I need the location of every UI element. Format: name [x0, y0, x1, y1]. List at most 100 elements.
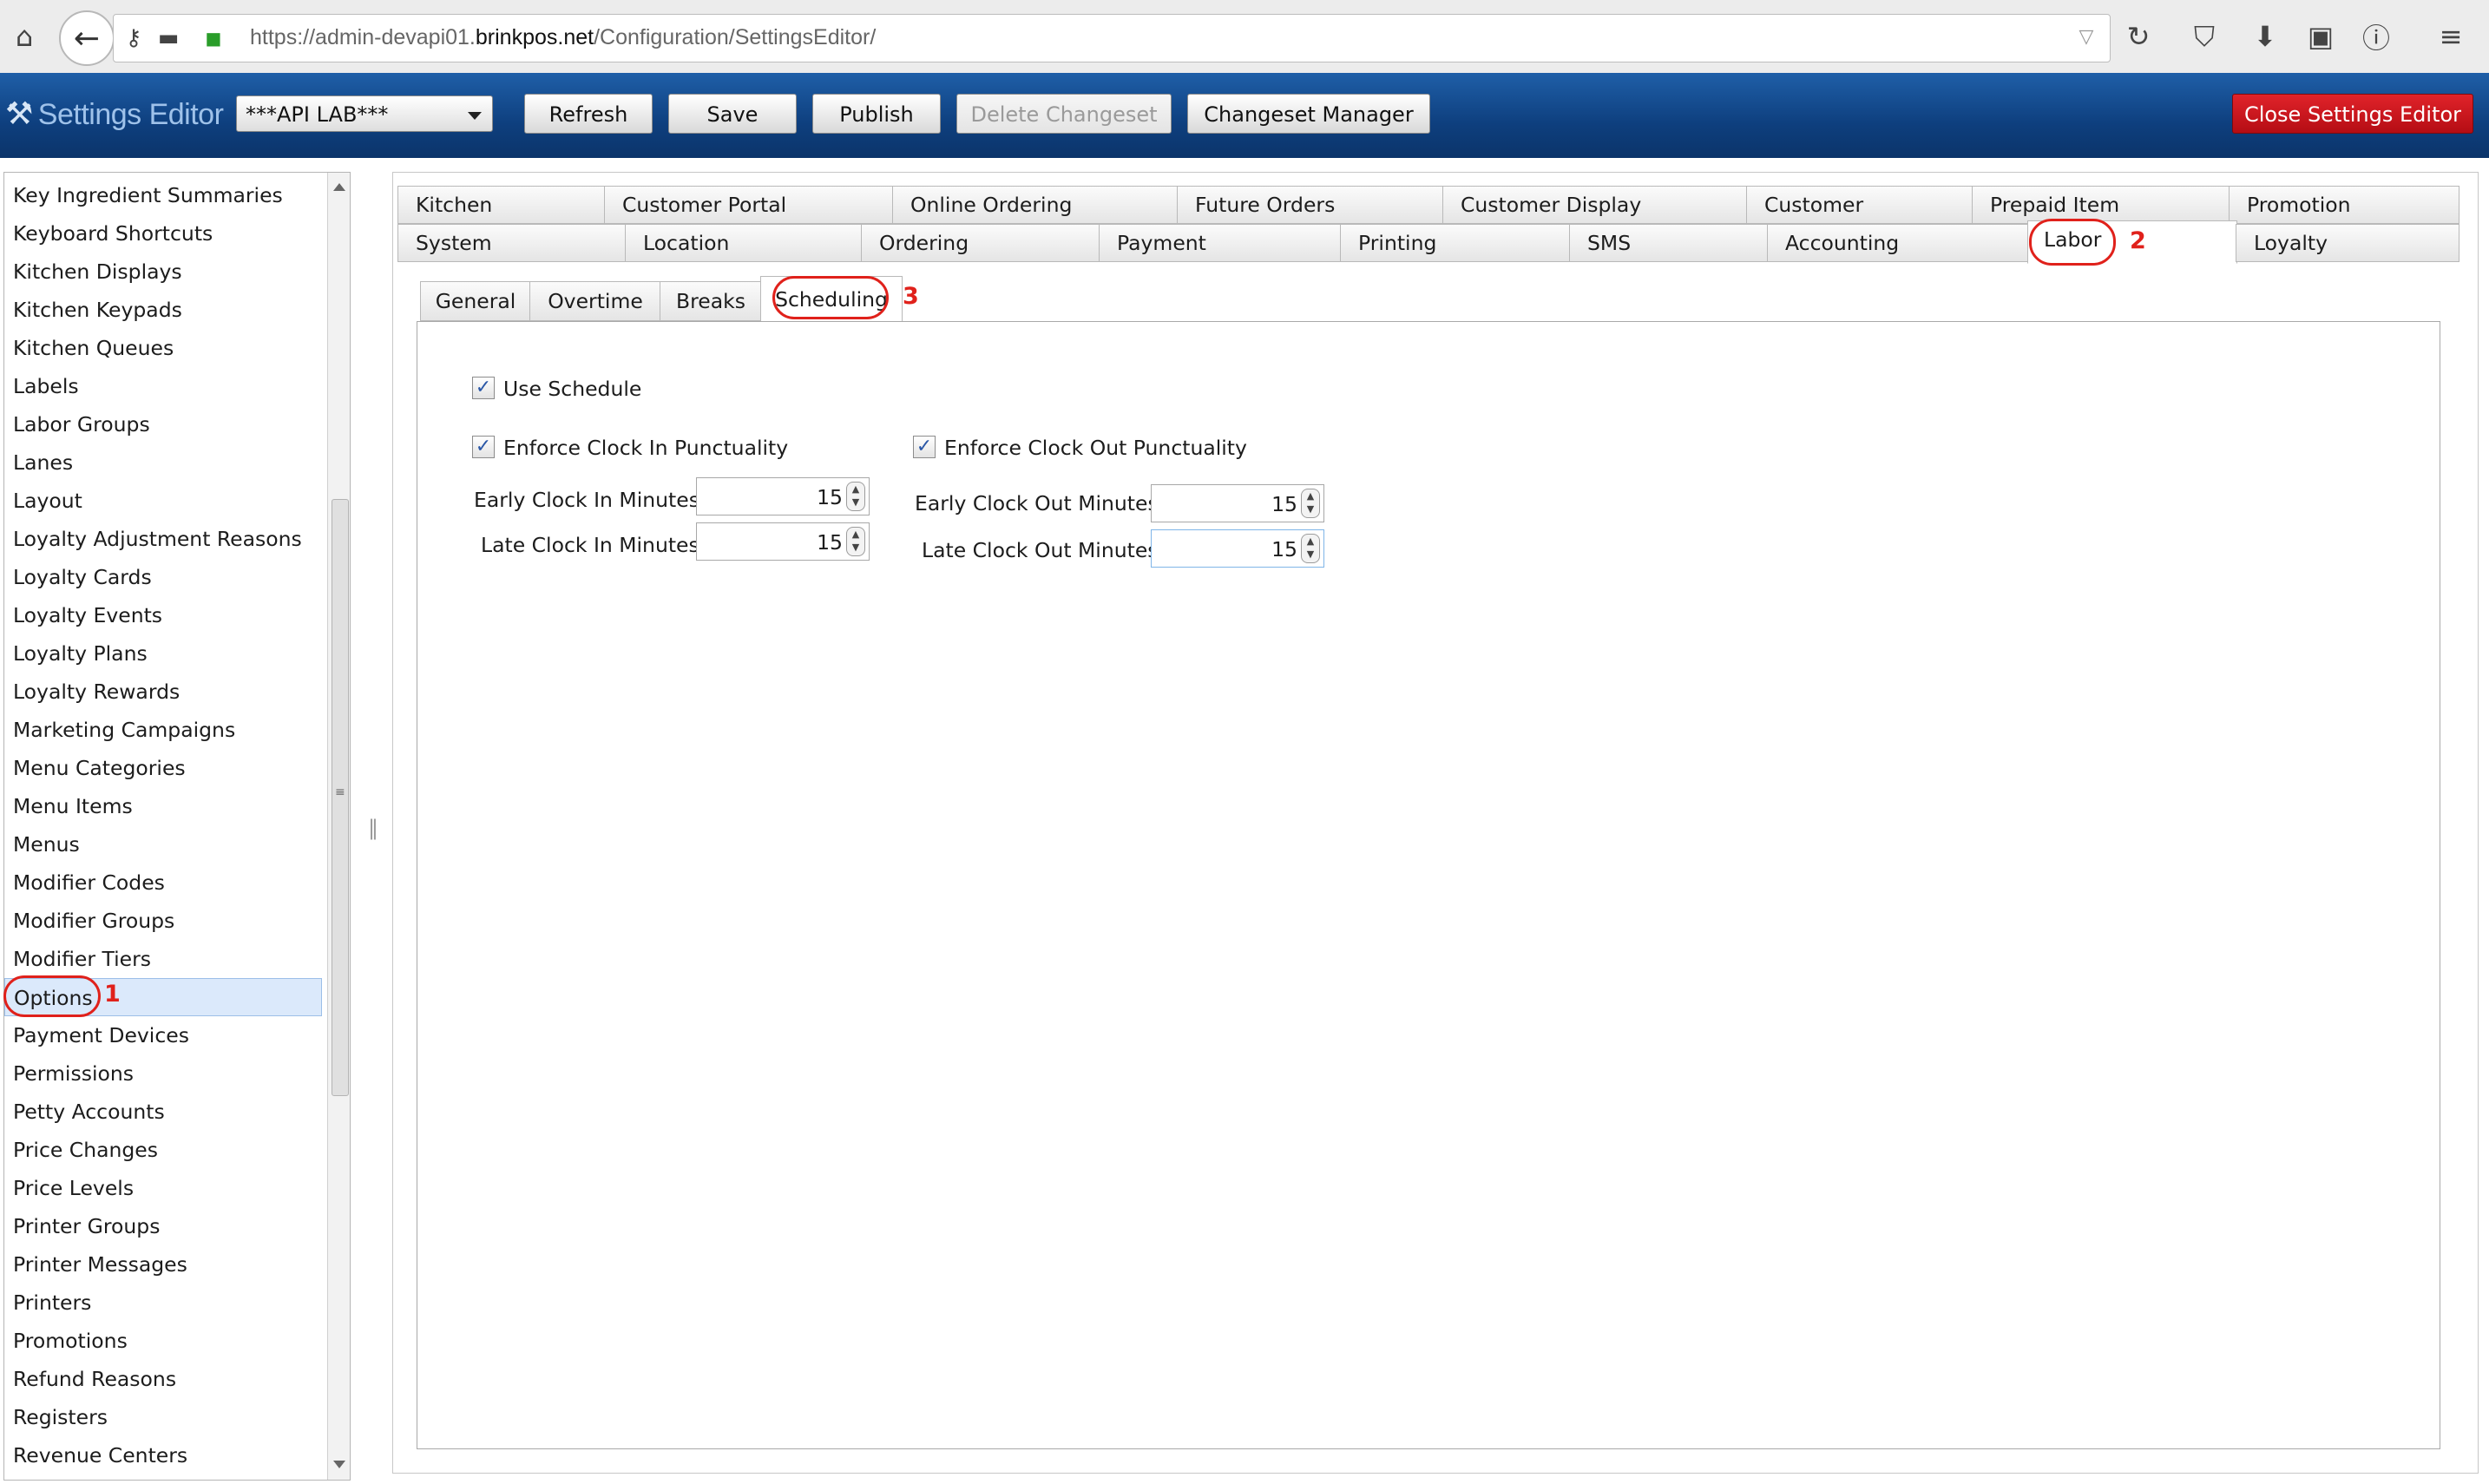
- config-select[interactable]: ***API LAB***: [236, 95, 493, 132]
- url-text[interactable]: https://admin-devapi01.brinkpos.net/Conf…: [250, 25, 876, 50]
- sidebar-item-price-changes[interactable]: Price Changes: [4, 1131, 322, 1169]
- sidebar-item-modifier-groups[interactable]: Modifier Groups: [4, 902, 322, 940]
- subtab-breaks[interactable]: Breaks: [660, 281, 762, 321]
- scroll-up-icon[interactable]: [333, 183, 345, 191]
- sidebar-item-refund-reasons[interactable]: Refund Reasons: [4, 1360, 322, 1398]
- sidebar-item-menu-categories[interactable]: Menu Categories: [4, 749, 322, 787]
- enforce-clock-in-checkbox[interactable]: ✓: [472, 436, 495, 458]
- sidebar-item-payment-devices[interactable]: Payment Devices: [4, 1016, 322, 1054]
- tab-customer-display[interactable]: Customer Display: [1442, 186, 1748, 224]
- early-clock-in-input[interactable]: 15 ▲ ▼: [696, 477, 870, 515]
- close-settings-editor-button[interactable]: Close Settings Editor: [2232, 94, 2473, 134]
- sidebar-item-labels[interactable]: Labels: [4, 367, 322, 405]
- publish-button[interactable]: Publish: [812, 94, 941, 134]
- sidebar-item-loyalty-cards[interactable]: Loyalty Cards: [4, 558, 322, 596]
- sidebar-item-loyalty-plans[interactable]: Loyalty Plans: [4, 634, 322, 673]
- spinner-arrows-icon[interactable]: ▲ ▼: [1301, 534, 1320, 563]
- scroll-down-icon[interactable]: [333, 1461, 345, 1468]
- tab-loyalty[interactable]: Loyalty: [2236, 224, 2459, 262]
- save-button[interactable]: Save: [668, 94, 797, 134]
- tab-customer[interactable]: Customer: [1746, 186, 1973, 224]
- home-icon[interactable]: ⌂: [3, 16, 45, 57]
- early-clock-out-input[interactable]: 15 ▲ ▼: [1151, 484, 1324, 522]
- late-clock-out-label: Late Clock Out Minutes: [922, 538, 1159, 562]
- spinner-arrows-icon[interactable]: ▲ ▼: [846, 527, 865, 556]
- menu-icon[interactable]: ≡: [2430, 16, 2472, 57]
- use-schedule-checkbox[interactable]: ✓: [472, 377, 495, 399]
- tab-kitchen[interactable]: Kitchen: [397, 186, 606, 224]
- sidebar-item-kitchen-queues[interactable]: Kitchen Queues: [4, 329, 322, 367]
- sidebar-item-kitchen-displays[interactable]: Kitchen Displays: [4, 253, 322, 291]
- arrow-left-icon: ←: [73, 20, 101, 56]
- splitter-handle[interactable]: ‖: [368, 816, 378, 840]
- use-schedule-label: Use Schedule: [503, 377, 642, 401]
- early-clock-out-label: Early Clock Out Minutes: [915, 491, 1159, 515]
- sidebar-item-menu-items[interactable]: Menu Items: [4, 787, 322, 825]
- download-icon[interactable]: ⬇: [2244, 16, 2286, 57]
- sidebar-item-marketing-campaigns[interactable]: Marketing Campaigns: [4, 711, 322, 749]
- changeset-manager-button[interactable]: Changeset Manager: [1187, 94, 1430, 134]
- late-clock-out-input[interactable]: 15 ▲ ▼: [1151, 529, 1324, 568]
- subtab-overtime[interactable]: Overtime: [529, 281, 661, 321]
- annotation-number-2: 2: [2130, 227, 2146, 254]
- tab-prepaid-item[interactable]: Prepaid Item: [1972, 186, 2230, 224]
- sidebar-item-petty-accounts[interactable]: Petty Accounts: [4, 1093, 322, 1131]
- tab-online-ordering[interactable]: Online Ordering: [892, 186, 1179, 224]
- folder-icon: ▬: [157, 25, 180, 51]
- tab-sms[interactable]: SMS: [1569, 224, 1769, 262]
- grip-icon: ≡: [335, 785, 345, 799]
- sidebar-item-modifier-tiers[interactable]: Modifier Tiers: [4, 940, 322, 978]
- sidebar-item-permissions[interactable]: Permissions: [4, 1054, 322, 1093]
- sidebar-item-printer-messages[interactable]: Printer Messages: [4, 1245, 322, 1284]
- tab-location[interactable]: Location: [625, 224, 863, 262]
- sidebar-item-labor-groups[interactable]: Labor Groups: [4, 405, 322, 443]
- dropdown-arrow-icon[interactable]: ▽: [2065, 16, 2107, 57]
- tab-future-orders[interactable]: Future Orders: [1177, 186, 1444, 224]
- subtab-general[interactable]: General: [420, 281, 531, 321]
- pocket-icon[interactable]: ⛉: [2184, 16, 2225, 57]
- sidebar-item-loyalty-adjustment-reasons[interactable]: Loyalty Adjustment Reasons: [4, 520, 322, 558]
- sidebar-item-layout[interactable]: Layout: [4, 482, 322, 520]
- sidebar-item-keyboard-shortcuts[interactable]: Keyboard Shortcuts: [4, 214, 322, 253]
- tab-printing[interactable]: Printing: [1340, 224, 1571, 262]
- spinner-arrows-icon[interactable]: ▲ ▼: [846, 482, 865, 511]
- sidebar-icon[interactable]: ▣: [2300, 16, 2341, 57]
- sidebar-item-lanes[interactable]: Lanes: [4, 443, 322, 482]
- tab-system[interactable]: System: [397, 224, 627, 262]
- sidebar-item-loyalty-events[interactable]: Loyalty Events: [4, 596, 322, 634]
- spinner-arrows-icon[interactable]: ▲ ▼: [1301, 489, 1320, 518]
- enforce-clock-out-label: Enforce Clock Out Punctuality: [944, 436, 1247, 460]
- tab-promotion[interactable]: Promotion: [2229, 186, 2459, 224]
- late-clock-in-label: Late Clock In Minutes: [481, 533, 699, 557]
- late-clock-in-input[interactable]: 15 ▲ ▼: [696, 522, 870, 561]
- tab-accounting[interactable]: Accounting: [1767, 224, 2029, 262]
- tab-payment[interactable]: Payment: [1099, 224, 1342, 262]
- sidebar-item-menus[interactable]: Menus: [4, 825, 322, 863]
- sidebar-scrollbar[interactable]: ≡: [327, 173, 350, 1480]
- sidebar-item-loyalty-rewards[interactable]: Loyalty Rewards: [4, 673, 322, 711]
- chevron-down-icon: [468, 112, 482, 120]
- annotation-circle-labor: [2029, 219, 2116, 266]
- scrollbar-thumb[interactable]: ≡: [332, 499, 349, 1096]
- sidebar-item-printers[interactable]: Printers: [4, 1284, 322, 1322]
- sidebar-item-modifier-codes[interactable]: Modifier Codes: [4, 863, 322, 902]
- enforce-clock-out-checkbox[interactable]: ✓: [913, 436, 936, 458]
- delete-changeset-button[interactable]: Delete Changeset: [956, 94, 1172, 134]
- tab-ordering[interactable]: Ordering: [861, 224, 1100, 262]
- sidebar-item-printer-groups[interactable]: Printer Groups: [4, 1207, 322, 1245]
- reload-icon[interactable]: ↻: [2118, 16, 2159, 57]
- sidebar-item-kitchen-keypads[interactable]: Kitchen Keypads: [4, 291, 322, 329]
- back-button[interactable]: ←: [59, 10, 115, 66]
- app-logo: ⚒ Settings Editor: [5, 95, 224, 131]
- annotation-circle-scheduling: [772, 276, 889, 319]
- annotation-circle-options: [3, 975, 101, 1017]
- sidebar-item-promotions[interactable]: Promotions: [4, 1322, 322, 1360]
- annotation-number-1: 1: [104, 981, 121, 1008]
- sidebar-item-revenue-centers[interactable]: Revenue Centers: [4, 1436, 322, 1474]
- tab-customer-portal[interactable]: Customer Portal: [604, 186, 894, 224]
- sidebar-item-price-levels[interactable]: Price Levels: [4, 1169, 322, 1207]
- sidebar-item-registers[interactable]: Registers: [4, 1398, 322, 1436]
- sidebar-item-key-ingredient-summaries[interactable]: Key Ingredient Summaries: [4, 176, 322, 214]
- info-icon[interactable]: ⓘ: [2355, 16, 2397, 57]
- refresh-button[interactable]: Refresh: [524, 94, 653, 134]
